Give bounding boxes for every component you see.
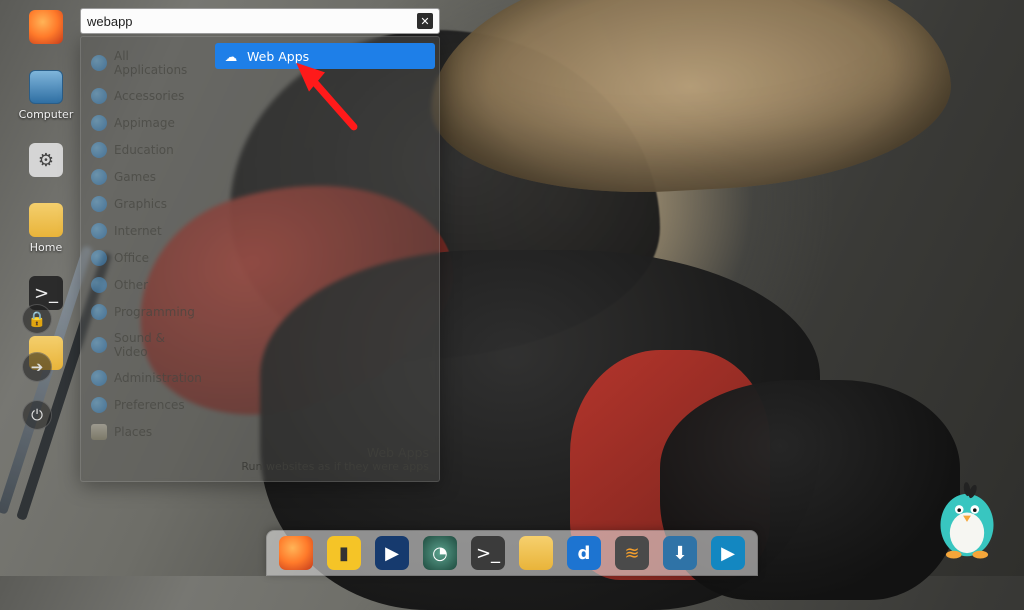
lock-icon: 🔒 bbox=[28, 310, 47, 328]
category-icon bbox=[91, 88, 107, 104]
category-icon bbox=[91, 304, 107, 320]
menu-search-input[interactable] bbox=[87, 14, 417, 29]
category-label: Appimage bbox=[114, 116, 175, 130]
play-icon: ▶ bbox=[385, 543, 399, 564]
category-label: Sound & Video bbox=[114, 331, 201, 359]
category-icon bbox=[91, 55, 107, 71]
distro-mascot bbox=[928, 474, 1006, 562]
dock-updater[interactable]: ⬇ bbox=[663, 536, 697, 570]
category-icon bbox=[91, 250, 107, 266]
menu-category[interactable]: Programming bbox=[85, 300, 207, 324]
category-label: Other bbox=[114, 278, 148, 292]
illustration-hat bbox=[424, 0, 955, 203]
gauge-icon: ◔ bbox=[432, 543, 448, 564]
category-label: Office bbox=[114, 251, 149, 265]
menu-category[interactable]: Games bbox=[85, 165, 207, 189]
download-icon: ⬇ bbox=[672, 543, 687, 564]
category-label: Preferences bbox=[114, 398, 185, 412]
dock-player[interactable]: ▶ bbox=[711, 536, 745, 570]
footer-description: Run websites as if they were apps bbox=[241, 460, 429, 473]
dock-video[interactable]: ▶ bbox=[375, 536, 409, 570]
desktop-icon-home[interactable]: Home bbox=[14, 203, 78, 254]
menu-category[interactable]: Preferences bbox=[85, 393, 207, 417]
category-label: Administration bbox=[114, 371, 202, 385]
dock-disks[interactable]: ◔ bbox=[423, 536, 457, 570]
menu-category[interactable]: Sound & Video bbox=[85, 327, 207, 363]
menu-footer: Web Apps Run websites as if they were ap… bbox=[241, 445, 429, 473]
dock-notes[interactable]: ▮ bbox=[327, 536, 361, 570]
menu-category[interactable]: Accessories bbox=[85, 84, 207, 108]
desktop-icon-settings[interactable]: ⚙ bbox=[14, 143, 78, 181]
menu-category[interactable]: Graphics bbox=[85, 192, 207, 216]
category-label: Programming bbox=[114, 305, 195, 319]
menu-category[interactable]: Administration bbox=[85, 366, 207, 390]
sublime-icon: ≋ bbox=[624, 543, 639, 564]
category-icon bbox=[91, 223, 107, 239]
category-icon bbox=[91, 397, 107, 413]
dock-terminal[interactable]: >_ bbox=[471, 536, 505, 570]
play-icon: ▶ bbox=[721, 543, 735, 564]
menu-categories: All Applications Accessories Appimage Ed… bbox=[81, 37, 211, 481]
lock-button[interactable]: 🔒 bbox=[22, 304, 52, 334]
category-icon bbox=[91, 169, 107, 185]
footer-title: Web Apps bbox=[241, 445, 429, 460]
desktop-icon-computer[interactable]: Computer bbox=[14, 70, 78, 121]
menu-category[interactable]: Other bbox=[85, 273, 207, 297]
menu-category[interactable]: Appimage bbox=[85, 111, 207, 135]
menu-category[interactable]: Office bbox=[85, 246, 207, 270]
category-icon bbox=[91, 115, 107, 131]
firefox-icon bbox=[29, 10, 63, 44]
category-label: Internet bbox=[114, 224, 162, 238]
menu-category-places[interactable]: Places bbox=[85, 420, 207, 444]
category-label: Graphics bbox=[114, 197, 167, 211]
folder-home-icon bbox=[29, 203, 63, 237]
logout-button[interactable]: ➔ bbox=[22, 352, 52, 382]
cloud-icon: ☁ bbox=[223, 48, 239, 64]
application-menu: All Applications Accessories Appimage Ed… bbox=[80, 36, 440, 482]
power-button[interactable]: ⏻ bbox=[22, 400, 52, 430]
system-side-buttons: 🔒 ➔ ⏻ bbox=[22, 304, 52, 430]
close-icon: ✕ bbox=[420, 15, 429, 28]
computer-icon bbox=[29, 70, 63, 104]
menu-search-bar: ✕ bbox=[80, 8, 440, 34]
category-label: Accessories bbox=[114, 89, 184, 103]
note-icon: ▮ bbox=[339, 543, 349, 564]
menu-category[interactable]: Education bbox=[85, 138, 207, 162]
dock-files[interactable] bbox=[519, 536, 553, 570]
menu-results: ☁ Web Apps bbox=[211, 37, 439, 481]
category-icon bbox=[91, 277, 107, 293]
terminal-icon: >_ bbox=[476, 543, 500, 564]
letter-d-icon: d bbox=[578, 543, 591, 564]
result-label: Web Apps bbox=[247, 49, 309, 64]
menu-category[interactable]: Internet bbox=[85, 219, 207, 243]
result-webapps[interactable]: ☁ Web Apps bbox=[215, 43, 435, 69]
category-label: All Applications bbox=[114, 49, 201, 77]
desktop-icon-label: Home bbox=[30, 241, 62, 254]
dock-d-app[interactable]: d bbox=[567, 536, 601, 570]
clear-search-button[interactable]: ✕ bbox=[417, 13, 433, 29]
desktop-icon-firefox[interactable] bbox=[14, 10, 78, 48]
dock: ▮ ▶ ◔ >_ d ≋ ⬇ ▶ bbox=[266, 530, 758, 576]
category-icon bbox=[91, 337, 107, 353]
arrow-right-icon: ➔ bbox=[31, 358, 44, 376]
category-icon bbox=[91, 142, 107, 158]
category-label: Education bbox=[114, 143, 174, 157]
gear-icon: ⚙ bbox=[29, 143, 63, 177]
category-icon bbox=[91, 370, 107, 386]
category-icon bbox=[91, 196, 107, 212]
power-icon: ⏻ bbox=[31, 406, 43, 424]
menu-category[interactable]: All Applications bbox=[85, 45, 207, 81]
desktop-icon-label: Computer bbox=[19, 108, 74, 121]
category-label: Places bbox=[114, 425, 152, 439]
category-label: Games bbox=[114, 170, 156, 184]
dock-firefox[interactable] bbox=[279, 536, 313, 570]
folder-icon bbox=[91, 424, 107, 440]
dock-sublime[interactable]: ≋ bbox=[615, 536, 649, 570]
